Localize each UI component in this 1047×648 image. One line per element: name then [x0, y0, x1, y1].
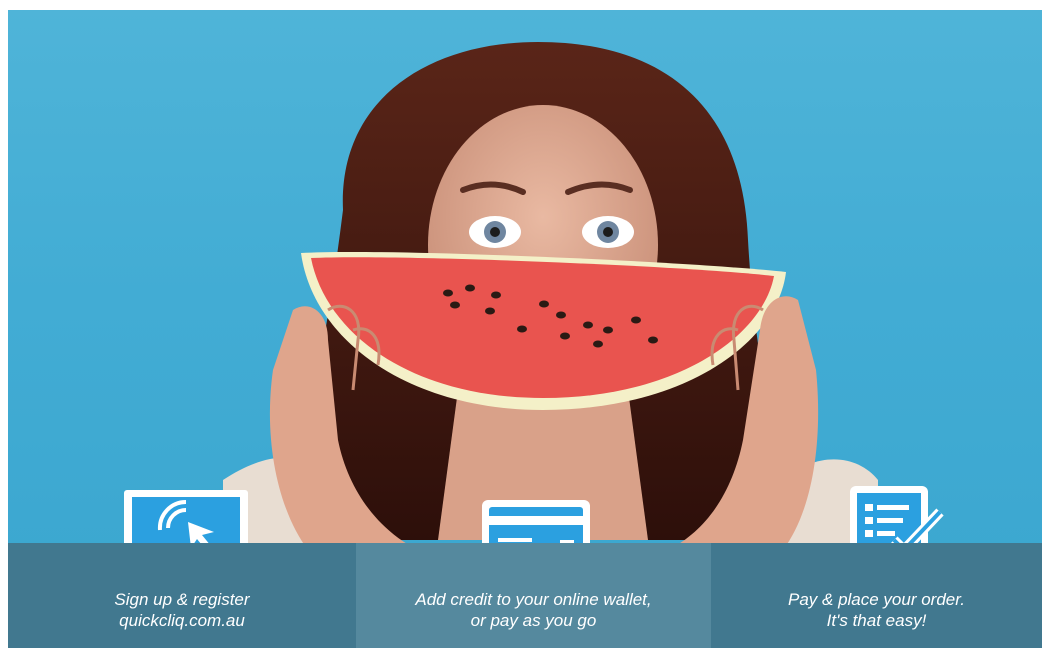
step-line-2: It's that easy!: [826, 611, 927, 630]
step-panel-pay: Pay & place your order. It's that easy!: [711, 543, 1042, 648]
step-line-1: Sign up & register: [114, 590, 250, 609]
step-line-1: Add credit to your online wallet,: [415, 590, 652, 609]
step-text: Add credit to your online wallet, or pay…: [356, 589, 711, 631]
step-line-2: quickcliq.com.au: [119, 611, 245, 630]
step-line-2: or pay as you go: [470, 611, 597, 630]
step-panel-sign-up: Sign up & register quickcliq.com.au: [8, 543, 356, 648]
step-panel-add-credit: Add credit to your online wallet, or pay…: [356, 543, 711, 648]
advertisement-frame: Sign up & register quickcliq.com.au Add …: [8, 10, 1042, 648]
step-text: Sign up & register quickcliq.com.au: [8, 589, 356, 631]
step-line-1: Pay & place your order.: [787, 590, 965, 609]
step-text: Pay & place your order. It's that easy!: [711, 589, 1042, 631]
